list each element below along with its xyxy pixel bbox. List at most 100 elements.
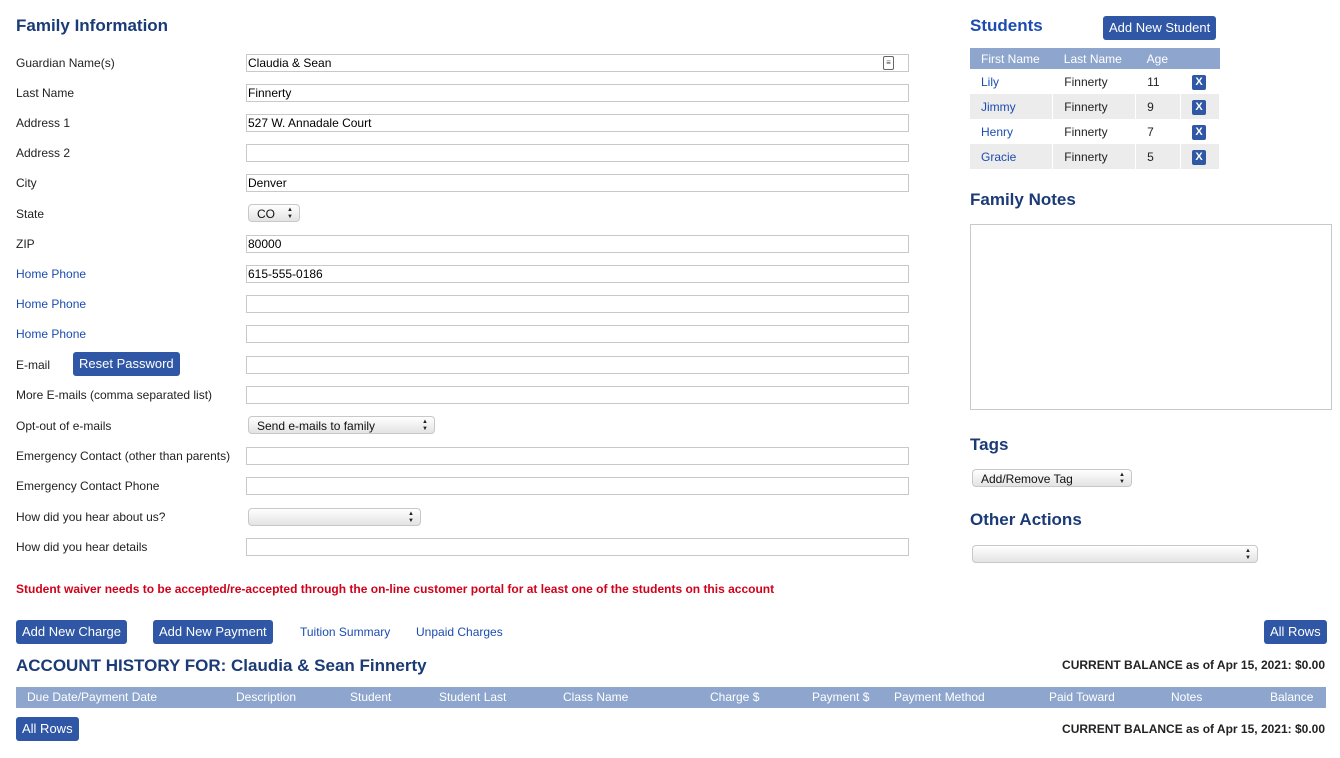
opt-out-select[interactable]: Send e-mails to family ▲ ▼: [248, 416, 435, 434]
students-table: First Name Last Name Age Lily Finnerty 1…: [970, 48, 1220, 169]
city-input[interactable]: Denver: [246, 174, 909, 192]
col-payment[interactable]: Payment $: [812, 690, 869, 704]
student-age: 7: [1135, 119, 1182, 144]
col-last-name: Last Name: [1052, 48, 1136, 69]
col-description[interactable]: Description: [236, 690, 296, 704]
label-more-emails: More E-mails (comma separated list): [16, 388, 213, 402]
student-row: Jimmy Finnerty 9 X: [970, 94, 1220, 119]
label-home-phone-2[interactable]: Home Phone: [16, 297, 86, 311]
updown-arrow-icon: ▲ ▼: [287, 207, 293, 220]
waiver-warning: Student waiver needs to be accepted/re-a…: [16, 582, 775, 596]
emergency-phone-input[interactable]: [246, 477, 909, 495]
label-emergency-phone: Emergency Contact Phone: [16, 479, 160, 493]
all-rows-button-top[interactable]: All Rows: [1264, 620, 1327, 644]
label-emergency-contact: Emergency Contact (other than parents): [16, 449, 231, 463]
remove-student-button[interactable]: X: [1192, 74, 1207, 90]
col-first-name: First Name: [970, 48, 1053, 69]
address-2-input[interactable]: [246, 144, 909, 162]
add-new-charge-button[interactable]: Add New Charge: [16, 620, 127, 644]
family-notes-textarea[interactable]: [970, 224, 1332, 410]
student-first-name-link[interactable]: Gracie: [970, 144, 1054, 169]
opt-out-select-value: Send e-mails to family: [257, 419, 376, 433]
other-actions-select[interactable]: ▲ ▼: [972, 545, 1258, 563]
tags-title: Tags: [970, 435, 1009, 454]
label-guardian-names: Guardian Name(s): [16, 56, 115, 70]
last-name-input[interactable]: Finnerty: [246, 84, 909, 102]
remove-cell: X: [1180, 119, 1220, 144]
label-zip: ZIP: [16, 237, 35, 251]
student-row: Gracie Finnerty 5 X: [970, 144, 1220, 169]
col-age: Age: [1135, 48, 1181, 69]
remove-student-button[interactable]: X: [1192, 99, 1207, 115]
family-info-title: Family Information: [16, 16, 169, 35]
student-age: 11: [1135, 69, 1182, 94]
tags-select[interactable]: Add/Remove Tag ▲ ▼: [972, 469, 1132, 487]
label-state: State: [16, 207, 45, 221]
add-new-payment-button[interactable]: Add New Payment: [153, 620, 273, 644]
tuition-summary-link[interactable]: Tuition Summary: [300, 625, 390, 639]
home-phone-2-input[interactable]: [246, 295, 909, 313]
email-input[interactable]: [246, 356, 909, 374]
family-notes-title: Family Notes: [970, 190, 1076, 209]
col-due-date[interactable]: Due Date/Payment Date: [27, 690, 157, 704]
student-last-name: Finnerty: [1052, 144, 1137, 169]
student-first-name-link[interactable]: Lily: [970, 69, 1054, 94]
col-notes[interactable]: Notes: [1171, 690, 1202, 704]
remove-student-button[interactable]: X: [1192, 149, 1207, 165]
guardian-names-input[interactable]: Claudia & Sean ≡: [246, 54, 909, 72]
remove-cell: X: [1180, 69, 1220, 94]
student-first-name-link[interactable]: Henry: [970, 119, 1054, 144]
col-payment-method[interactable]: Payment Method: [894, 690, 985, 704]
col-student-last[interactable]: Student Last: [439, 690, 506, 704]
home-phone-3-input[interactable]: [246, 325, 909, 343]
hear-about-select[interactable]: ▲ ▼: [248, 508, 421, 526]
all-rows-button-bottom[interactable]: All Rows: [16, 717, 79, 741]
label-hear-about: How did you hear about us?: [16, 510, 166, 524]
student-first-name-link[interactable]: Jimmy: [970, 94, 1054, 119]
home-phone-1-input[interactable]: 615-555-0186: [246, 265, 909, 283]
tags-select-value: Add/Remove Tag: [981, 472, 1073, 486]
students-title: Students: [970, 16, 1043, 35]
label-opt-out: Opt-out of e-mails: [16, 419, 112, 433]
hear-details-input[interactable]: [246, 538, 909, 556]
remove-cell: X: [1180, 94, 1220, 119]
updown-arrow-icon: ▲ ▼: [1245, 548, 1251, 561]
label-home-phone-3[interactable]: Home Phone: [16, 327, 86, 341]
col-remove: [1180, 48, 1220, 69]
student-last-name: Finnerty: [1052, 94, 1137, 119]
updown-arrow-icon: ▲ ▼: [422, 419, 428, 432]
other-actions-title: Other Actions: [970, 510, 1082, 529]
current-balance-bottom: CURRENT BALANCE as of Apr 15, 2021: $0.0…: [1062, 722, 1325, 736]
state-select-value: CO: [257, 207, 275, 221]
zip-input[interactable]: 80000: [246, 235, 909, 253]
unpaid-charges-link[interactable]: Unpaid Charges: [416, 625, 503, 639]
updown-arrow-icon: ▲ ▼: [1119, 472, 1125, 485]
emergency-contact-input[interactable]: [246, 447, 909, 465]
col-balance[interactable]: Balance: [1270, 690, 1313, 704]
student-last-name: Finnerty: [1052, 69, 1137, 94]
label-hear-details: How did you hear details: [16, 540, 148, 554]
contact-card-icon[interactable]: ≡: [883, 56, 894, 70]
col-paid-toward[interactable]: Paid Toward: [1049, 690, 1115, 704]
reset-password-button[interactable]: Reset Password: [73, 352, 180, 376]
updown-arrow-icon: ▲ ▼: [408, 511, 414, 524]
remove-student-button[interactable]: X: [1192, 124, 1207, 140]
col-class-name[interactable]: Class Name: [563, 690, 628, 704]
add-new-student-button[interactable]: Add New Student: [1103, 16, 1217, 40]
student-row: Lily Finnerty 11 X: [970, 69, 1220, 94]
current-balance-top: CURRENT BALANCE as of Apr 15, 2021: $0.0…: [1062, 658, 1325, 672]
col-charge[interactable]: Charge $: [710, 690, 759, 704]
col-student[interactable]: Student: [350, 690, 391, 704]
student-last-name: Finnerty: [1052, 119, 1137, 144]
history-header-row: [16, 687, 1326, 708]
label-home-phone-1[interactable]: Home Phone: [16, 267, 86, 281]
state-select[interactable]: CO ▲ ▼: [248, 204, 300, 222]
student-age: 5: [1135, 144, 1182, 169]
remove-cell: X: [1180, 144, 1220, 169]
more-emails-input[interactable]: [246, 386, 909, 404]
student-row: Henry Finnerty 7 X: [970, 119, 1220, 144]
label-last-name: Last Name: [16, 86, 75, 100]
label-email: E-mail: [16, 358, 51, 372]
label-city: City: [16, 176, 37, 190]
address-1-input[interactable]: 527 W. Annadale Court: [246, 114, 909, 132]
